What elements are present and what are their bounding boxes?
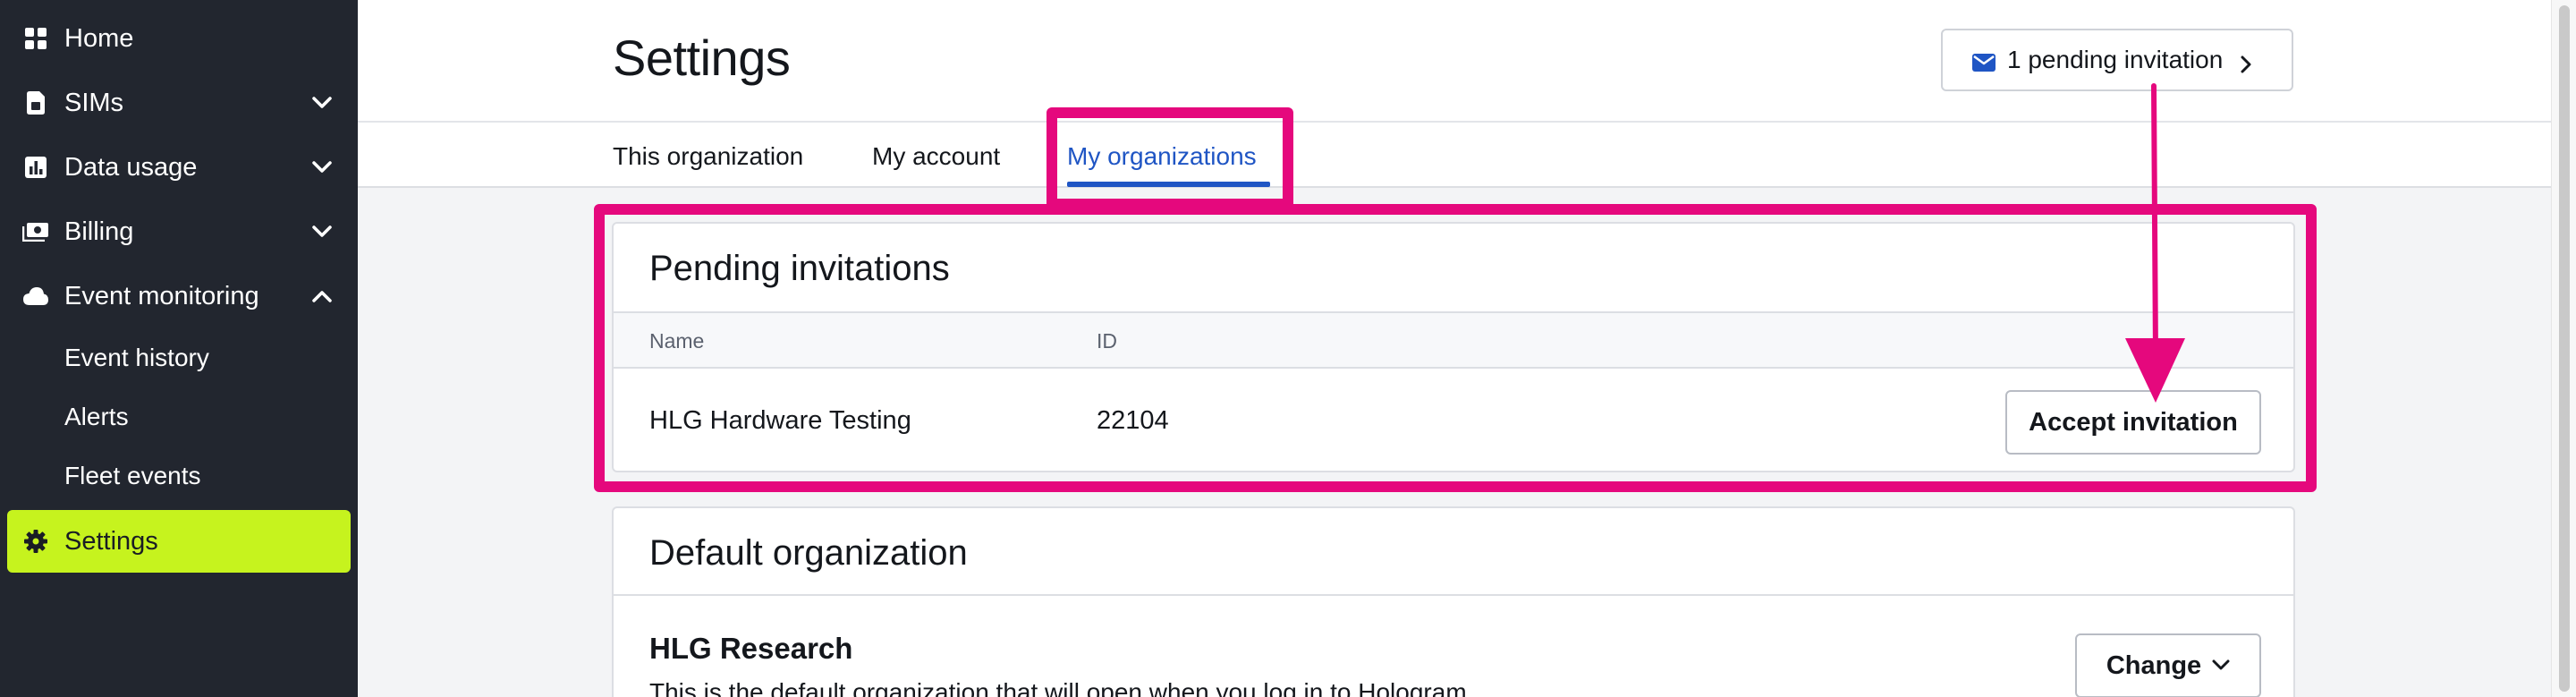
annotation-arrow: [2125, 83, 2185, 403]
